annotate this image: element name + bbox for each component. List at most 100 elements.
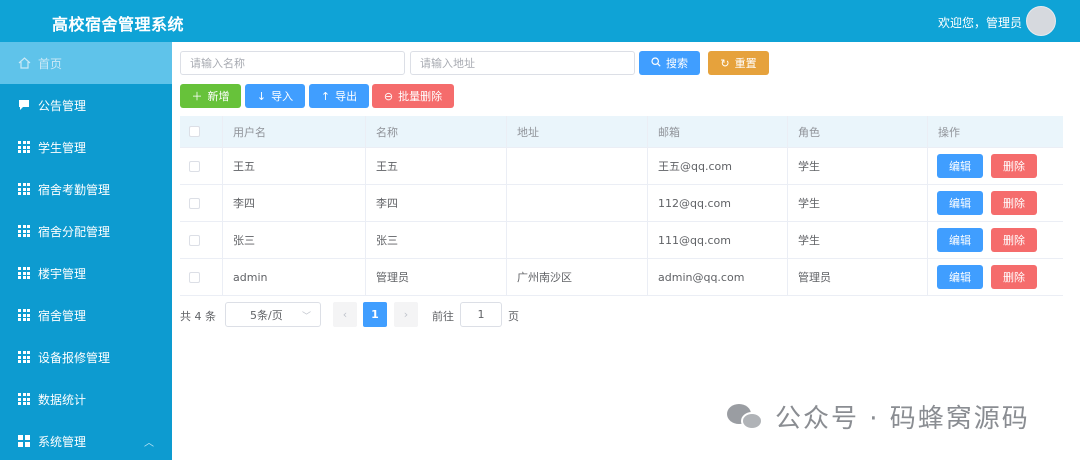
email-cell: 112@qq.com [647,185,787,221]
page-size-select[interactable]: 5条/页 ﹀ [225,302,321,327]
actions-cell: 编辑 删除 [927,148,1063,184]
row-select-cell [180,185,222,221]
page-number-button[interactable]: 1 [363,302,387,327]
next-page-button[interactable]: › [394,302,418,327]
column-header: 名称 [365,116,506,147]
name-cell: 管理员 [365,259,506,295]
delete-button[interactable]: 删除 [991,191,1037,215]
edit-button[interactable]: 编辑 [937,154,983,178]
sidebar-item-label: 宿舍分配管理 [38,224,111,239]
grid-icon [18,141,30,153]
chevron-down-icon: ﹀ [301,312,311,322]
sidebar-item-announcements[interactable]: 公告管理 [0,84,172,126]
column-header: 角色 [787,116,927,147]
sidebar-item-attendance[interactable]: 宿舍考勤管理 [0,168,172,210]
page-size-value: 5条/页 [250,308,283,322]
row-select-cell [180,148,222,184]
wechat-icon [727,402,767,432]
column-header: 地址 [506,116,647,147]
arrow-up-icon: ↑ [320,89,331,103]
sidebar-item-label: 宿舍管理 [38,308,87,323]
row-checkbox[interactable] [189,234,200,246]
avatar[interactable] [1026,6,1056,36]
page-suffix-label: 页 [508,310,519,323]
sidebar-item-allocation[interactable]: 宿舍分配管理 [0,210,172,252]
sidebar-item-students[interactable]: 学生管理 [0,126,172,168]
username-cell: 张三 [222,222,365,258]
search-button-label: 搜索 [666,57,688,70]
delete-button[interactable]: 删除 [991,228,1037,252]
watermark: 公众号 · 码蜂窝源码 [727,398,1030,435]
add-button-label: 新增 [207,90,230,103]
sidebar-item-buildings[interactable]: 楼宇管理 [0,252,172,294]
row-checkbox[interactable] [189,271,200,283]
watermark-text: 公众号 · 码蜂窝源码 [775,404,1030,434]
sidebar: 首页 公告管理 学生管理 宿舍考勤管理 宿舍分配管理 楼宇管理 宿舍管理 设备报… [0,42,172,460]
address-cell [506,148,647,184]
batch-delete-button-label: 批量删除 [398,90,443,103]
sidebar-item-repairs[interactable]: 设备报修管理 [0,336,172,378]
welcome-text: 欢迎您，管理员 [937,16,1022,30]
email-cell: 王五@qq.com [647,148,787,184]
goto-label: 前往 [432,310,454,323]
role-cell: 管理员 [787,259,927,295]
actions-cell: 编辑 删除 [927,222,1063,258]
prev-page-button[interactable]: ‹ [333,302,357,327]
app-title: 高校宿舍管理系统 [52,15,185,34]
grid-icon [18,267,30,279]
grid-icon [18,225,30,237]
sidebar-item-dorms[interactable]: 宿舍管理 [0,294,172,336]
role-cell: 学生 [787,185,927,221]
table-row: 李四 李四 112@qq.com 学生 编辑 删除 [180,185,1063,222]
column-header: 用户名 [222,116,365,147]
sidebar-item-label: 设备报修管理 [38,350,111,365]
search-button[interactable]: 搜索 [639,51,700,75]
username-cell: 王五 [222,148,365,184]
row-select-cell [180,222,222,258]
username-cell: admin [222,259,365,295]
grid-icon [18,183,30,195]
row-select-cell [180,259,222,295]
goto-page-input[interactable]: 1 [460,302,502,327]
row-checkbox[interactable] [189,197,200,209]
top-header: 高校宿舍管理系统 欢迎您，管理员 [0,0,1080,42]
email-cell: admin@qq.com [647,259,787,295]
export-button[interactable]: ↑ 导出 [309,84,369,108]
sidebar-item-home[interactable]: 首页 [0,42,172,84]
table-row: 王五 王五 王五@qq.com 学生 编辑 删除 [180,148,1063,185]
home-icon [18,57,31,69]
edit-button[interactable]: 编辑 [937,228,983,252]
address-cell [506,222,647,258]
sidebar-item-label: 系统管理 [38,434,87,449]
edit-button[interactable]: 编辑 [937,265,983,289]
table-row: 张三 张三 111@qq.com 学生 编辑 删除 [180,222,1063,259]
delete-button[interactable]: 删除 [991,265,1037,289]
delete-button[interactable]: 删除 [991,154,1037,178]
name-cell: 张三 [365,222,506,258]
import-button-label: 导入 [271,90,294,103]
search-icon [651,56,661,70]
total-count: 共 4 条 [180,310,216,323]
name-search-input[interactable] [180,51,405,75]
role-cell: 学生 [787,222,927,258]
edit-button[interactable]: 编辑 [937,191,983,215]
table-header-row: 用户名 名称 地址 邮箱 角色 操作 [180,116,1063,148]
export-button-label: 导出 [335,90,358,103]
batch-delete-button[interactable]: ⊖ 批量删除 [372,84,454,108]
sidebar-item-system[interactable]: 系统管理 ︿ [0,420,172,462]
grid-icon [18,309,30,321]
grid-icon [18,351,30,363]
role-cell: 学生 [787,148,927,184]
table-row: admin 管理员 广州南沙区 admin@qq.com 管理员 编辑 删除 [180,259,1063,296]
sidebar-item-statistics[interactable]: 数据统计 [0,378,172,420]
sidebar-item-label: 学生管理 [38,140,87,155]
select-all-checkbox[interactable] [189,126,200,137]
address-search-input[interactable] [410,51,635,75]
reset-button[interactable]: ↻ 重置 [708,51,769,75]
reset-button-label: 重置 [734,57,757,70]
add-button[interactable]: ＋ 新增 [180,84,241,108]
address-cell: 广州南沙区 [506,259,647,295]
row-checkbox[interactable] [189,160,200,172]
import-button[interactable]: ↓ 导入 [245,84,305,108]
actions-cell: 编辑 删除 [927,259,1063,295]
